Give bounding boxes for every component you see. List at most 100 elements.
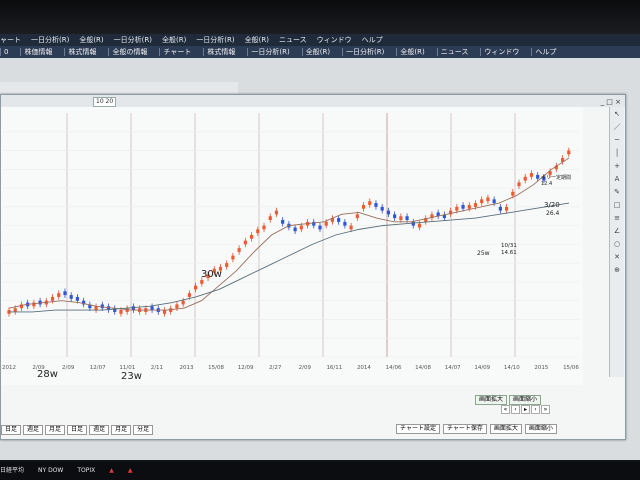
toolbar-button[interactable]: 全般(R) [396, 48, 428, 56]
lower-buttons: チャート設定 チャート保存 画面拡大 画面縮小 [396, 424, 560, 434]
candle-body [274, 210, 279, 215]
period-tab[interactable]: 週足 [89, 425, 110, 435]
nav-button[interactable]: 画面縮小 [509, 395, 542, 405]
lower-button[interactable]: 画面拡大 [489, 424, 522, 434]
candle-body [293, 227, 297, 232]
annotation-date-1: 10/31 [501, 243, 517, 249]
candle-body [361, 204, 366, 209]
candle-body [536, 174, 540, 179]
candle-body [529, 173, 534, 177]
x-tick-label: 2/11 [151, 365, 163, 371]
menu-item[interactable]: ニュース [279, 36, 307, 44]
x-tick-label: 14/09 [474, 365, 490, 371]
menu-item[interactable]: 一日分析(R) [196, 36, 234, 44]
candle-body [567, 150, 571, 155]
rect-tool-icon[interactable]: □ [611, 200, 623, 211]
menu-item[interactable]: 全般(R) [162, 36, 186, 44]
menu-item[interactable]: ヘルプ [362, 36, 383, 44]
toolbar-button[interactable]: 0 [0, 48, 12, 56]
toolbar-button[interactable]: 全般(R) [301, 48, 334, 56]
candle-body [262, 225, 266, 230]
period-tab[interactable]: 月足 [111, 425, 132, 435]
taskbar: 日経平均 NY DOW TOPIX ▲ ▲ [0, 462, 640, 480]
menu-bar: ャート 一日分析(R) 全般(R) 一日分析(R) 全般(R) 一日分析(R) 全般(R) ニ… [0, 34, 640, 46]
candle-body [181, 300, 185, 305]
last-icon[interactable]: » [541, 405, 550, 414]
monitor-bezel [0, 0, 640, 34]
x-tick-label: 12/07 [90, 365, 106, 371]
candle-body [498, 206, 502, 211]
hline-tool-icon[interactable]: ─ [611, 135, 623, 146]
x-tick-label: 16/11 [326, 365, 342, 371]
taskbar-item[interactable]: TOPIX [77, 467, 95, 474]
candle-body [75, 296, 80, 301]
toolbar-button[interactable]: 株価情報 [20, 48, 56, 56]
taskbar-item[interactable]: ▲ [109, 467, 114, 474]
toolbar-button[interactable]: 全般の情報 [108, 48, 151, 56]
toolbar-button[interactable]: 一日分析(R) [342, 48, 388, 56]
lower-button[interactable]: チャート保存 [442, 424, 487, 434]
candle-body [187, 293, 191, 297]
toolbar-button[interactable]: ヘルプ [531, 48, 560, 56]
menu-item[interactable]: 全般(R) [79, 36, 103, 44]
play-icon[interactable]: ▸ [521, 405, 530, 414]
toolbar-button[interactable]: 株式情報 [64, 48, 100, 56]
next-icon[interactable]: › [531, 405, 540, 414]
prev-icon[interactable]: ‹ [511, 405, 520, 414]
cross-tool-icon[interactable]: + [611, 161, 623, 172]
period-tab[interactable]: 分足 [133, 425, 154, 435]
menu-item[interactable]: 一日分析(R) [31, 36, 69, 44]
candle-body [63, 291, 67, 296]
annotation-value-2: 26.4 [546, 210, 560, 217]
menu-item[interactable]: 一日分析(R) [114, 36, 152, 44]
line-tool-icon[interactable]: ／ [611, 122, 623, 133]
first-icon[interactable]: « [501, 405, 510, 414]
short-moving-average [8, 157, 570, 311]
eraser-tool-icon[interactable]: ✕ [611, 252, 623, 263]
text-tool-icon[interactable]: A [611, 174, 623, 185]
toolbar-button[interactable]: ニュース [436, 48, 472, 56]
menu-item[interactable]: ウィンドウ [317, 36, 352, 44]
candle-body [374, 203, 378, 207]
toolbar-button[interactable]: ウィンドウ [480, 48, 523, 56]
toolbar-button[interactable]: チャート [159, 48, 195, 56]
candle-body [13, 308, 17, 312]
x-tick-label: 15/08 [208, 365, 224, 371]
candle-body [492, 199, 496, 204]
menu-item[interactable]: ャート [0, 36, 21, 44]
candle-body [231, 255, 235, 260]
circle-tool-icon[interactable]: ○ [611, 239, 623, 250]
candle-body [405, 216, 409, 220]
angle-tool-icon[interactable]: ∠ [611, 226, 623, 237]
pen-tool-icon[interactable]: ✎ [611, 187, 623, 198]
period-tab[interactable]: 月足 [45, 425, 66, 435]
annotation-30w: 30w [201, 269, 222, 280]
candle-body [94, 306, 98, 311]
period-tab[interactable]: 週足 [23, 425, 44, 435]
cursor-tool-icon[interactable]: ↖ [611, 109, 623, 120]
lower-button[interactable]: チャート設定 [396, 424, 440, 434]
fib-tool-icon[interactable]: ≡ [611, 213, 623, 224]
candle-body [399, 216, 403, 220]
taskbar-item[interactable]: 日経平均 [0, 467, 24, 474]
scroll-arrows: «‹ ▸ ›» [501, 405, 551, 414]
nav-button[interactable]: 画面拡大 [475, 395, 508, 405]
taskbar-item[interactable]: ▲ [128, 467, 133, 474]
range-selector[interactable]: 10 20 [93, 97, 117, 107]
chart-window: 10 20 _ □ × 200.00190.00180.00170.00160.… [0, 94, 626, 440]
menu-item[interactable]: 全般(R) [245, 36, 269, 44]
lower-button[interactable]: 画面縮小 [524, 424, 557, 434]
candle-body [225, 263, 229, 267]
vline-tool-icon[interactable]: │ [611, 148, 623, 159]
zoom-tool-icon[interactable]: ⊕ [611, 265, 623, 276]
candle-body [162, 310, 167, 314]
annotation-note: ボリ一定期間 [541, 174, 571, 181]
annotation-23w: 23w [121, 371, 142, 382]
period-tab[interactable]: 日足 [1, 425, 22, 435]
taskbar-item[interactable]: NY DOW [38, 467, 63, 474]
toolbar-button[interactable]: 一日分析(R) [247, 48, 293, 56]
period-tab[interactable]: 日足 [67, 425, 88, 435]
tool-bar: 0 株価情報 株式情報 全般の情報 チャート 株式情報 一日分析(R) 全般(R) 一日分析(R… [0, 46, 640, 58]
toolbar-button[interactable]: 株式情報 [203, 48, 239, 56]
annotation-25w: 25w [477, 250, 490, 257]
